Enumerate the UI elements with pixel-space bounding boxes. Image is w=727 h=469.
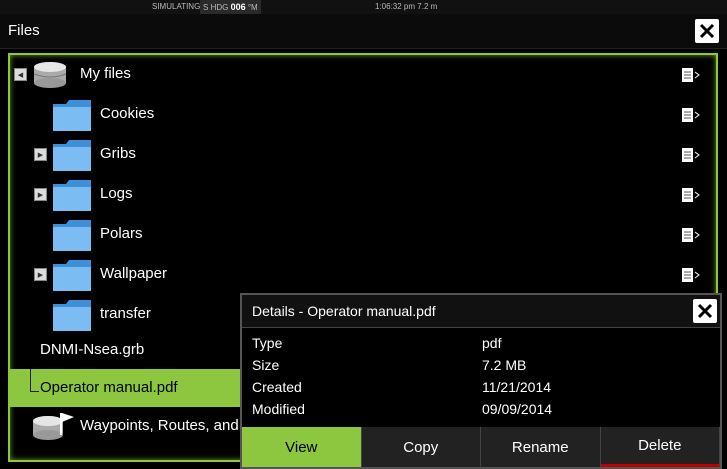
expander-icon[interactable]: ▶ (34, 148, 47, 161)
distance: 7.2 m (417, 2, 438, 11)
details-key: Created (252, 379, 302, 395)
details-key: Type (252, 335, 283, 351)
tree-item-label: My files (80, 65, 131, 82)
delete-button[interactable]: Delete (600, 427, 720, 467)
folder-icon (53, 300, 91, 331)
details-value: 7.2 MB (482, 357, 527, 373)
tree-item-label: DNMI-Nsea.grb (40, 341, 145, 358)
close-icon (699, 23, 715, 39)
tree-item-logs[interactable]: ▶ Logs (10, 175, 716, 215)
tree-item-wallpaper[interactable]: ▶ Wallpaper (10, 255, 716, 295)
tree-item-my-files[interactable]: ◀ My files (10, 55, 716, 95)
rename-button[interactable]: Rename (481, 427, 601, 467)
heading-unit: °M (247, 3, 258, 12)
page-title: Files (8, 22, 40, 39)
details-value: 09/09/2014 (482, 401, 553, 417)
tree-item-label: Polars (100, 225, 143, 242)
folder-icon (53, 220, 91, 251)
tree-item-gribs[interactable]: ▶ Gribs (10, 135, 716, 175)
expander-icon[interactable]: ▶ (34, 188, 47, 201)
close-files-button[interactable] (695, 19, 719, 43)
heading-readout: S HDG 006 °M (200, 0, 261, 15)
folder-icon (53, 180, 91, 211)
document-menu-icon[interactable] (682, 188, 700, 202)
tree-item-label: Logs (100, 185, 133, 202)
tree-connector (30, 369, 39, 392)
database-icon (33, 62, 67, 88)
details-key: Size (252, 357, 280, 373)
details-value: pdf (482, 335, 502, 351)
folder-icon (53, 100, 91, 131)
heading-source: S (203, 3, 209, 12)
tree-item-label: Cookies (100, 105, 155, 122)
details-title: Details - Operator manual.pdf (252, 303, 436, 319)
copy-button[interactable]: Copy (361, 427, 481, 467)
status-bar: SIMULATING... S HDG 006 °M 1:06:32 pm 7.… (0, 0, 727, 15)
tree-item-label: Waypoints, Routes, and T (80, 417, 252, 434)
document-menu-icon[interactable] (682, 68, 700, 82)
collapse-icon[interactable]: ◀ (14, 68, 27, 81)
heading-value: 006 (230, 2, 246, 12)
files-titlebar: Files (0, 14, 727, 49)
details-actions: View Copy Rename Delete (242, 427, 720, 467)
details-dialog: Details - Operator manual.pdf Type pdf S… (240, 293, 722, 469)
waypoints-db-icon (33, 413, 74, 440)
document-menu-icon[interactable] (682, 148, 700, 162)
details-value: 11/21/2014 (482, 379, 552, 395)
folder-icon (53, 140, 91, 171)
tree-item-polars[interactable]: Polars (10, 215, 716, 255)
time-readout: 1:06:32 pm 7.2 m (375, 0, 437, 14)
tree-item-cookies[interactable]: Cookies (10, 95, 716, 135)
view-button[interactable]: View (242, 427, 362, 467)
close-details-button[interactable] (693, 299, 717, 323)
details-key: Modified (252, 401, 305, 417)
document-menu-icon[interactable] (682, 228, 700, 242)
folder-icon (53, 260, 91, 291)
clock: 1:06:32 pm (375, 2, 416, 11)
document-menu-icon[interactable] (682, 108, 700, 122)
simulating-status: SIMULATING... (152, 2, 207, 11)
heading-label: HDG (210, 3, 229, 12)
document-menu-icon[interactable] (682, 268, 700, 282)
details-header: Details - Operator manual.pdf (242, 295, 720, 328)
tree-item-label: Gribs (100, 145, 136, 162)
close-icon (697, 303, 713, 319)
expander-icon[interactable]: ▶ (34, 268, 47, 281)
tree-item-label: Wallpaper (100, 265, 167, 282)
tree-item-label: Operator manual.pdf (40, 379, 178, 396)
tree-item-label: transfer (100, 305, 151, 322)
